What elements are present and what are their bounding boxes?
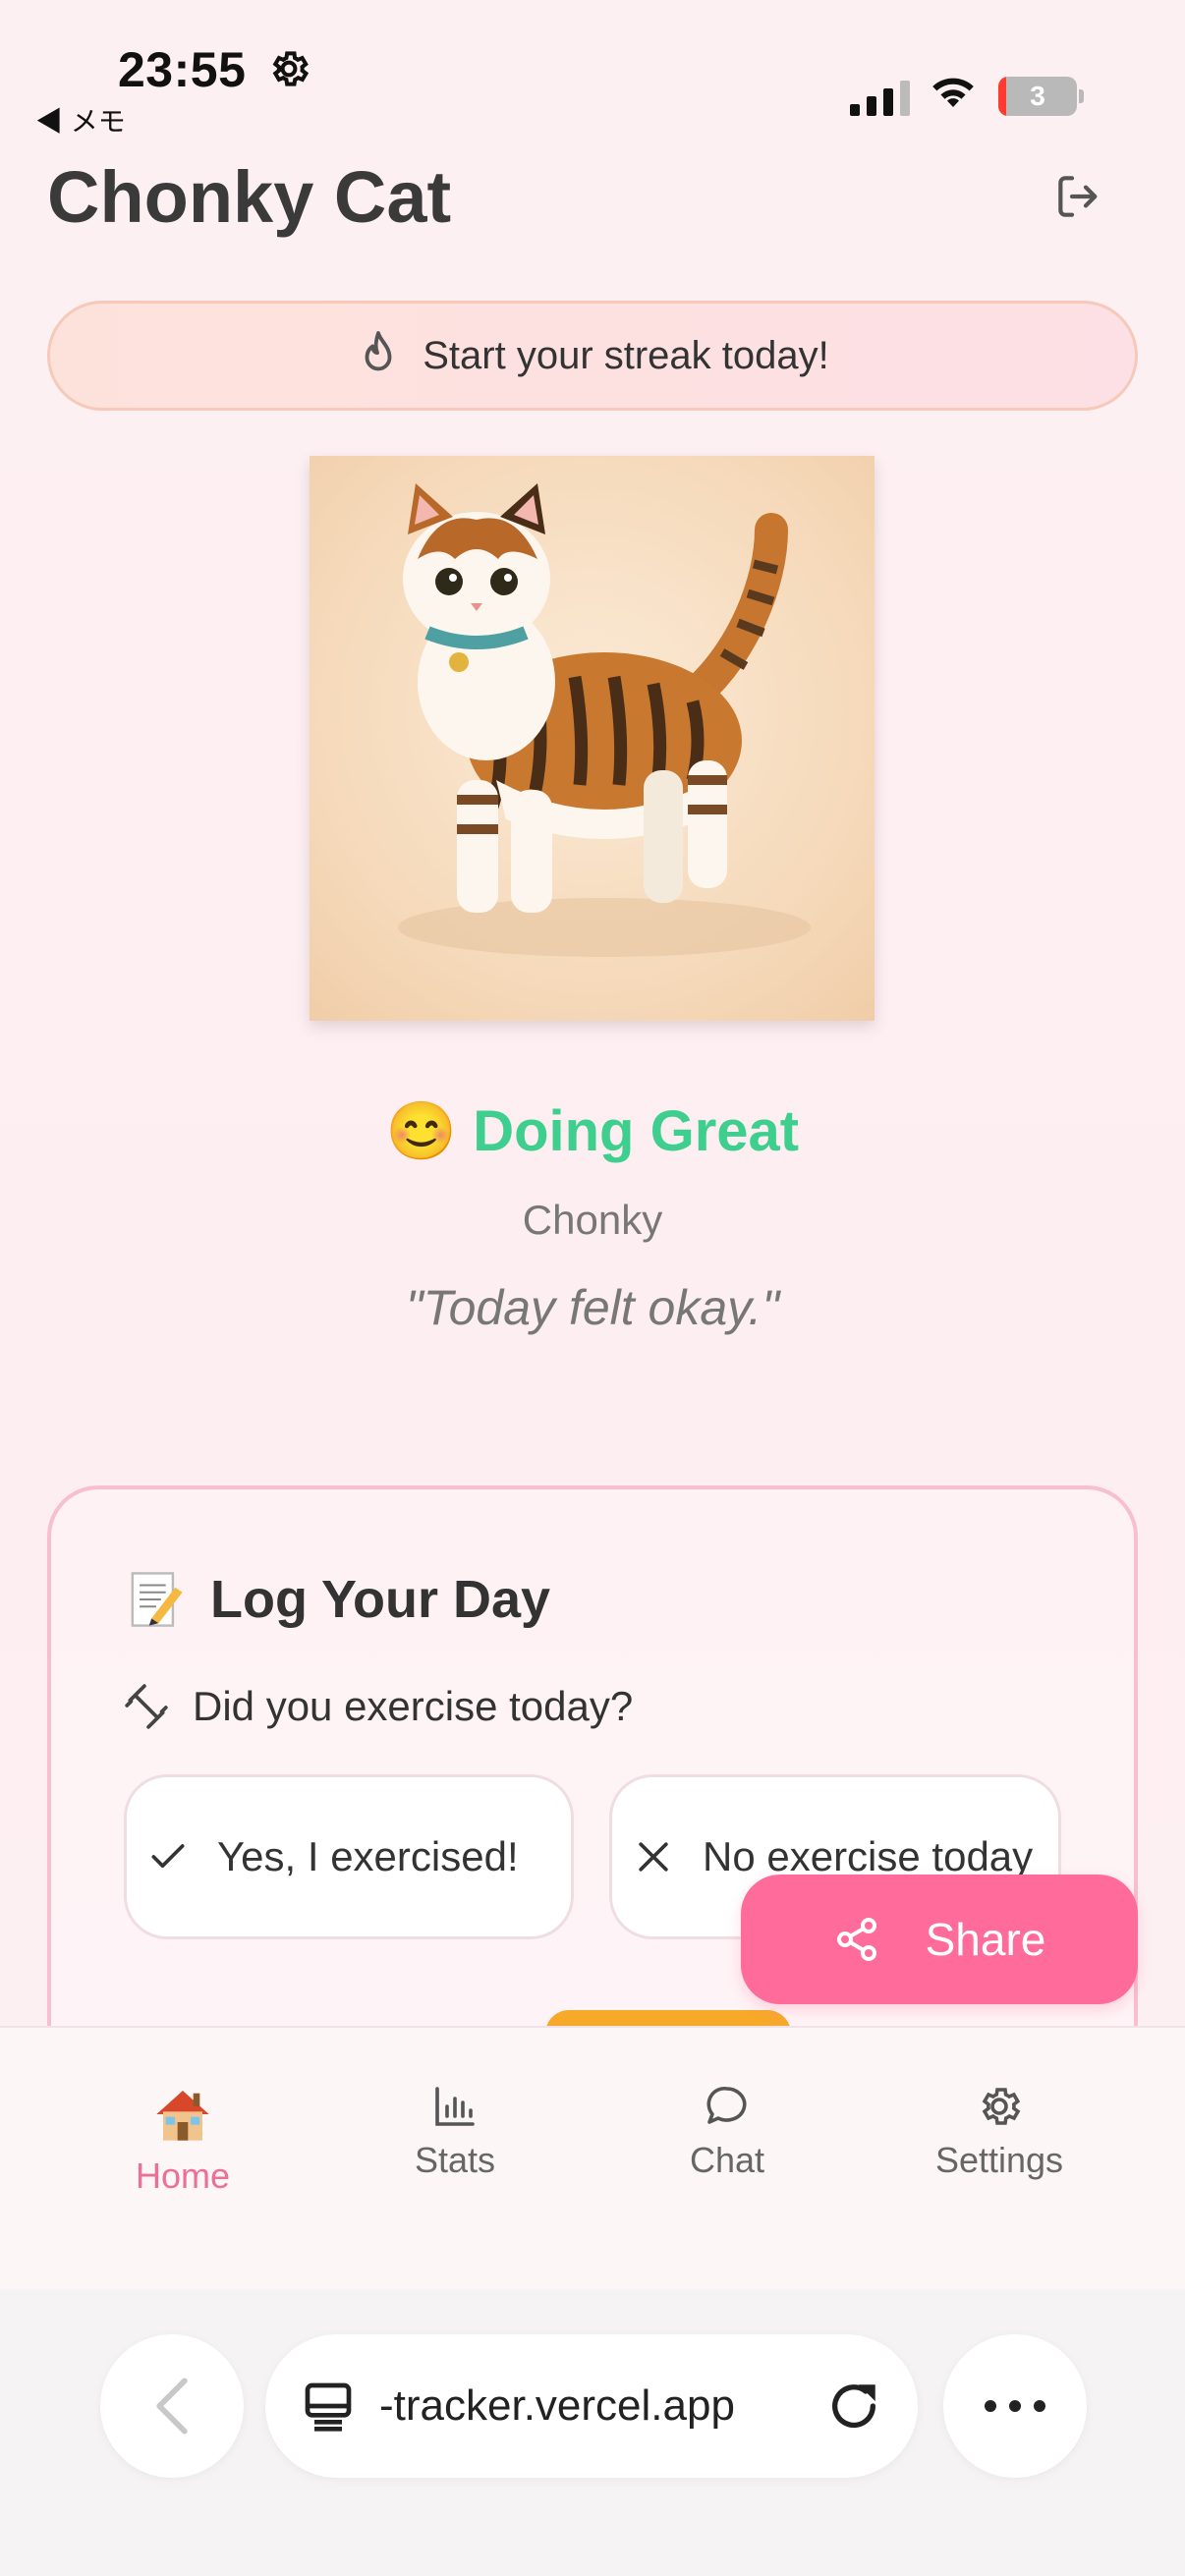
flame-icon (365, 331, 392, 371)
exercise-question: Did you exercise today? (122, 1682, 633, 1731)
card-header: Log Your Day (128, 1568, 550, 1631)
share-icon (836, 1918, 876, 1961)
chat-bubble-icon (706, 2086, 747, 2124)
bar-chart-icon (435, 2087, 475, 2126)
cellular-signal-icon (850, 79, 910, 116)
logout-icon[interactable] (1051, 169, 1106, 224)
wifi-icon (932, 78, 974, 107)
nav-item-chat[interactable]: Chat (609, 2083, 845, 2181)
memo-icon (131, 1572, 183, 1627)
address-bar[interactable]: -tracker.vercel.app (265, 2334, 918, 2478)
share-button[interactable]: Share (741, 1875, 1138, 2004)
tab-view-icon[interactable] (301, 2379, 356, 2434)
browser-more-button[interactable] (943, 2334, 1087, 2478)
page-title: Chonky Cat (47, 156, 452, 238)
house-icon (156, 2091, 209, 2141)
nav-item-stats[interactable]: Stats (337, 2083, 573, 2181)
pet-image (310, 456, 875, 1021)
more-dots-icon (985, 2400, 1045, 2412)
pet-name: Chonky (522, 1197, 663, 1243)
card-title: Log Your Day (210, 1570, 551, 1629)
nav-chat-label: Chat (689, 2140, 765, 2180)
dumbbell-icon (125, 1684, 168, 1729)
nav-item-home[interactable]: Home (65, 2083, 301, 2197)
nav-settings-label: Settings (934, 2140, 1064, 2180)
battery-tip (1079, 89, 1084, 103)
gear-icon (272, 51, 310, 86)
streak-banner: Start your streak today! (47, 301, 1138, 411)
streak-text: Start your streak today! (423, 333, 829, 377)
question-text: Did you exercise today? (193, 1683, 634, 1729)
battery-indicator: 3 (998, 77, 1077, 116)
back-to-app-link[interactable]: ◀ メモ (35, 100, 126, 140)
mood-status: 😊 Doing Great (0, 1098, 1185, 1165)
nav-stats-label: Stats (414, 2140, 496, 2180)
nav-item-settings[interactable]: Settings (881, 2083, 1117, 2181)
exercise-no-label: No exercise today (703, 1833, 1034, 1879)
share-label: Share (925, 1914, 1046, 1965)
exercise-yes-label: Yes, I exercised! (217, 1833, 519, 1879)
reload-icon[interactable] (825, 2378, 882, 2435)
browser-back-button[interactable] (100, 2334, 244, 2478)
check-icon (151, 1844, 185, 1868)
gear-icon (982, 2088, 1021, 2125)
exercise-yes-button[interactable]: Yes, I exercised! (124, 1774, 574, 1939)
mood-emoji: 😊 (385, 1099, 458, 1163)
url-text: -tracker.vercel.app (379, 2381, 735, 2430)
nav-home-label: Home (135, 2156, 231, 2196)
status-time: 23:55 (118, 42, 247, 97)
x-icon (639, 1842, 668, 1872)
mood-label: Doing Great (473, 1099, 800, 1163)
pet-quote: "Today felt okay." (405, 1280, 780, 1335)
chevron-left-icon (156, 2378, 188, 2435)
